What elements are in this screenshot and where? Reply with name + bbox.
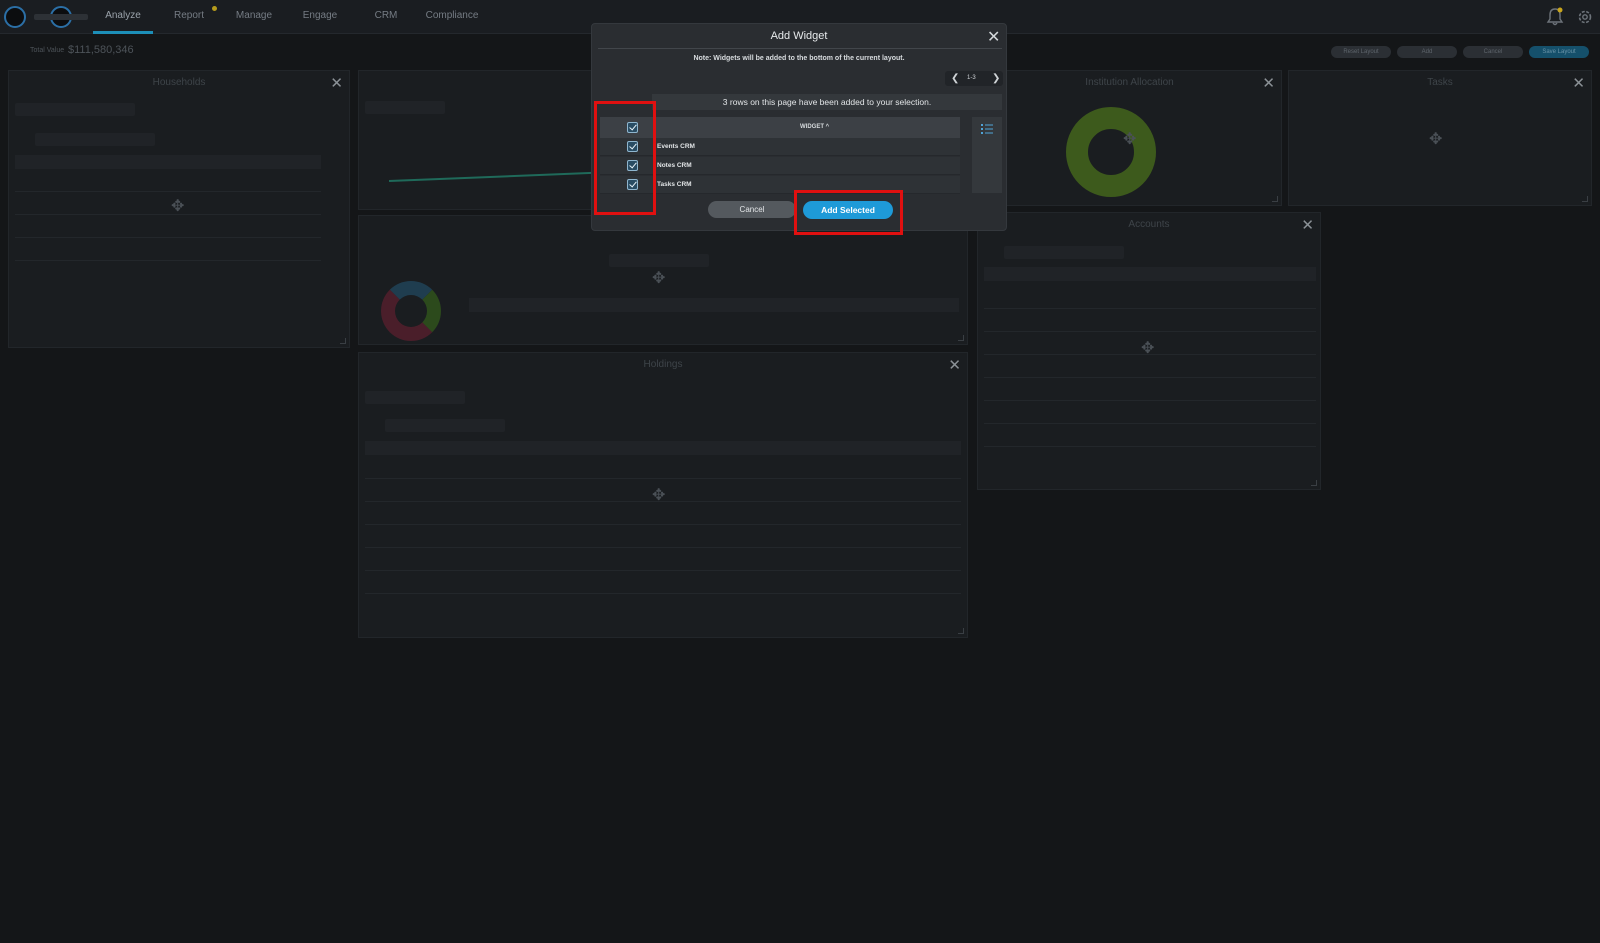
accounts-panel: Accounts ✕ ✥ <box>977 212 1321 490</box>
move-icon[interactable]: ✥ <box>1429 129 1442 149</box>
nav-manage[interactable]: Manage <box>224 0 284 34</box>
close-icon[interactable]: ✕ <box>987 27 1000 47</box>
move-icon[interactable]: ✥ <box>1141 338 1154 358</box>
table-row[interactable] <box>984 308 1316 309</box>
close-icon[interactable]: ✕ <box>330 74 343 92</box>
nav-report[interactable]: Report <box>160 0 218 34</box>
chevron-left-icon[interactable]: ❮ <box>951 71 959 86</box>
table-row[interactable] <box>984 377 1316 378</box>
logo-mark-1 <box>4 6 26 28</box>
allocation-type-table-header <box>469 298 959 312</box>
move-icon[interactable]: ✥ <box>1123 129 1136 149</box>
pager-range: 1-3 <box>967 75 976 81</box>
columns-list-icon[interactable] <box>981 124 993 134</box>
save-layout-button[interactable]: Save Layout <box>1529 46 1589 58</box>
logo-wordmark <box>34 14 88 20</box>
table-row[interactable] <box>984 423 1316 424</box>
table-row[interactable] <box>15 191 321 192</box>
resize-handle[interactable] <box>340 338 346 344</box>
resize-handle[interactable] <box>1272 196 1278 202</box>
table-row[interactable] <box>984 446 1316 447</box>
nav-crm[interactable]: CRM <box>356 0 416 34</box>
reset-layout-button[interactable]: Reset Layout <box>1331 46 1391 58</box>
widget-name: Tasks CRM <box>657 181 692 188</box>
nav-engage[interactable]: Engage <box>290 0 350 34</box>
widget-name: Events CRM <box>657 143 695 150</box>
total-value-label: Total Value <box>30 47 65 54</box>
cancel-button[interactable]: Cancel <box>708 201 796 218</box>
holdings-panel: Holdings ✕ ✥ <box>358 352 968 638</box>
close-icon[interactable]: ✕ <box>1572 74 1585 92</box>
households-search-input[interactable] <box>35 133 155 146</box>
move-icon[interactable]: ✥ <box>652 485 665 505</box>
accounts-search-input[interactable] <box>1004 246 1124 259</box>
widget-name: Notes CRM <box>657 162 692 169</box>
brand-logo[interactable] <box>4 6 88 28</box>
resize-handle[interactable] <box>1311 480 1317 486</box>
performance-range-select[interactable] <box>365 101 445 114</box>
pager: ❮ 1-3 ❯ <box>945 71 1003 86</box>
holdings-search-input[interactable] <box>385 419 505 432</box>
move-icon[interactable]: ✥ <box>171 196 184 216</box>
table-row[interactable] <box>365 524 961 525</box>
modal-title: Add Widget <box>770 30 828 42</box>
accounts-table-header <box>984 267 1316 281</box>
selection-message: 3 rows on this page have been added to y… <box>652 94 1002 110</box>
column-header-widget[interactable]: WIDGET ^ <box>800 117 829 138</box>
holdings-filter-select[interactable] <box>365 391 465 404</box>
table-row[interactable] <box>365 478 961 479</box>
allocation-donut-chart <box>1066 107 1156 197</box>
allocation-panel: Institution Allocation ✕ ✥ <box>977 70 1282 206</box>
total-value: $111,580,346 <box>68 44 134 56</box>
holdings-panel-title: Holdings <box>643 359 683 370</box>
close-icon[interactable]: ✕ <box>1262 74 1275 92</box>
chevron-right-icon[interactable]: ❯ <box>992 71 1000 86</box>
add-button[interactable]: Add <box>1397 46 1457 58</box>
households-table-header <box>15 155 321 169</box>
table-row[interactable] <box>15 260 321 261</box>
tasks-panel: Tasks ✕ ✥ <box>1288 70 1592 206</box>
cancel-layout-button[interactable]: Cancel <box>1463 46 1523 58</box>
checkbox-column-highlight <box>594 101 656 215</box>
close-icon[interactable]: ✕ <box>1301 216 1314 234</box>
holdings-table-header <box>365 441 961 455</box>
bell-icon[interactable] <box>1545 7 1565 27</box>
households-filter-select[interactable] <box>15 103 135 116</box>
resize-handle[interactable] <box>958 628 964 634</box>
table-row[interactable] <box>984 400 1316 401</box>
accounts-panel-title: Accounts <box>1128 219 1170 230</box>
nav-analyze[interactable]: Analyze <box>93 0 153 34</box>
move-icon[interactable]: ✥ <box>652 268 665 288</box>
tasks-panel-title: Tasks <box>1427 77 1453 88</box>
table-row[interactable] <box>984 331 1316 332</box>
resize-handle[interactable] <box>958 335 964 341</box>
grid-side-tools <box>972 117 1002 193</box>
nav-compliance[interactable]: Compliance <box>422 0 482 34</box>
gear-icon[interactable] <box>1575 7 1595 27</box>
add-selected-highlight <box>794 190 903 235</box>
table-row[interactable] <box>365 570 961 571</box>
modal-note: Note: Widgets will be added to the botto… <box>693 55 905 62</box>
nav-report-notification-dot <box>212 6 217 11</box>
households-panel-title: Households <box>152 77 206 88</box>
table-row[interactable] <box>15 237 321 238</box>
modal-divider <box>598 48 1002 49</box>
app-root: Analyze Report Manage Engage CRM Complia… <box>0 0 1600 943</box>
households-panel: Households ✕ ✥ <box>8 70 350 348</box>
allocation-type-select[interactable] <box>609 254 709 267</box>
table-row[interactable] <box>15 214 321 215</box>
table-row[interactable] <box>365 593 961 594</box>
allocation-type-donut-chart <box>381 281 441 341</box>
table-row[interactable] <box>365 547 961 548</box>
allocation-panel-title: Institution Allocation <box>1085 77 1174 88</box>
close-icon[interactable]: ✕ <box>948 356 961 374</box>
resize-handle[interactable] <box>1582 196 1588 202</box>
